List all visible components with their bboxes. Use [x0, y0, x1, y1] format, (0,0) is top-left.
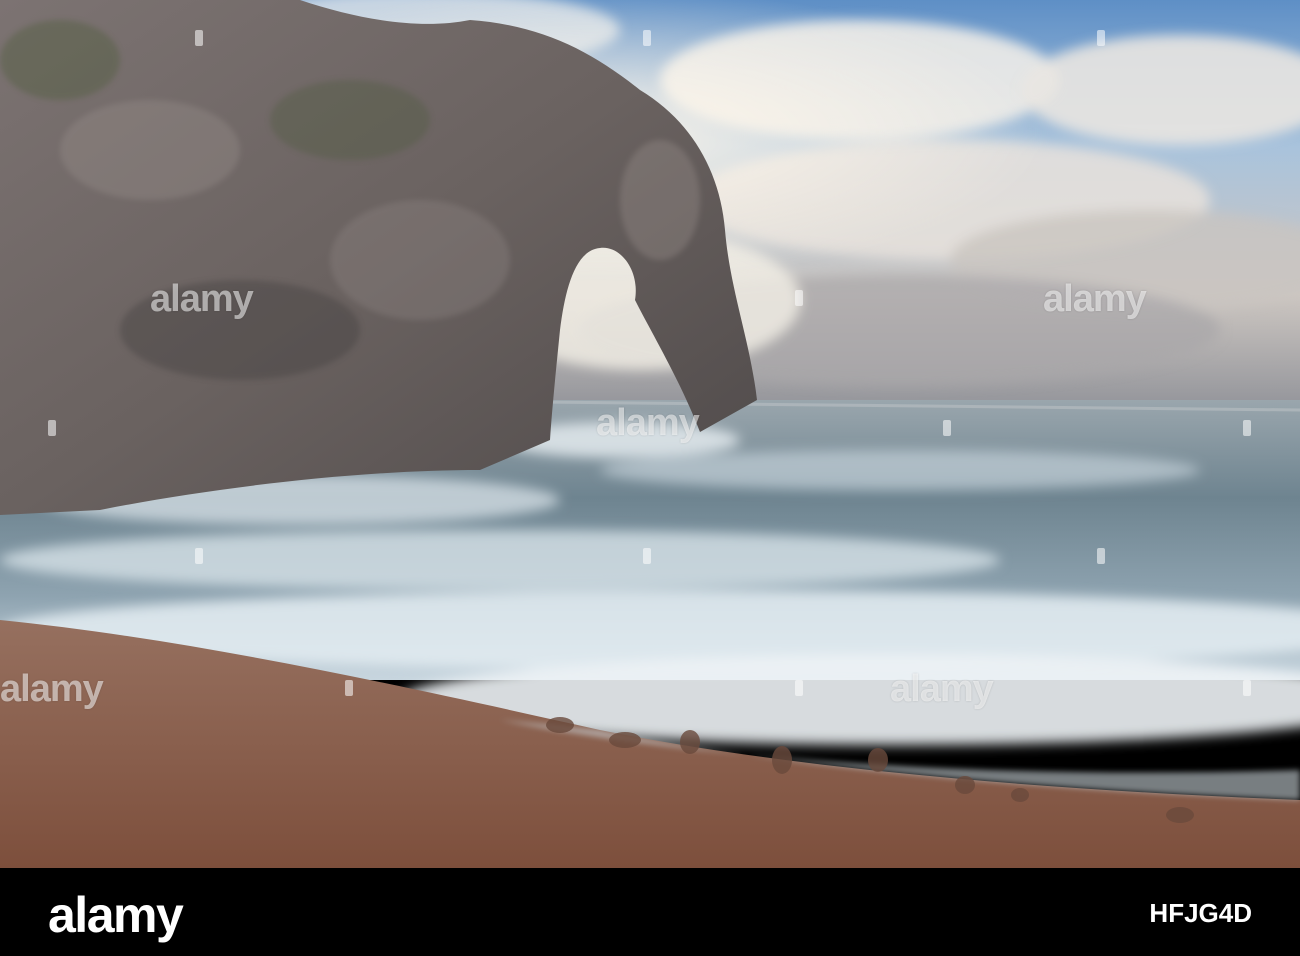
watermark-mark [1097, 30, 1105, 46]
watermark-mark [643, 30, 651, 46]
watermark-mark [1243, 420, 1251, 436]
footer-bar: alamy HFJG4D [0, 868, 1300, 956]
watermark-mark [195, 30, 203, 46]
photo-canvas [0, 0, 1300, 868]
watermark-mark [795, 290, 803, 306]
landscape-photo: alamy alamy alamy alamy alamy [0, 0, 1300, 868]
alamy-logo[interactable]: alamy [48, 886, 184, 944]
watermark-mark [48, 420, 56, 436]
watermark-mark [643, 548, 651, 564]
watermark-mark [345, 680, 353, 696]
watermark-mark [1097, 548, 1105, 564]
watermark-mark [943, 420, 951, 436]
watermark-mark [195, 548, 203, 564]
image-id: HFJG4D [1149, 898, 1252, 928]
watermark-mark [795, 680, 803, 696]
watermark-mark [1243, 680, 1251, 696]
